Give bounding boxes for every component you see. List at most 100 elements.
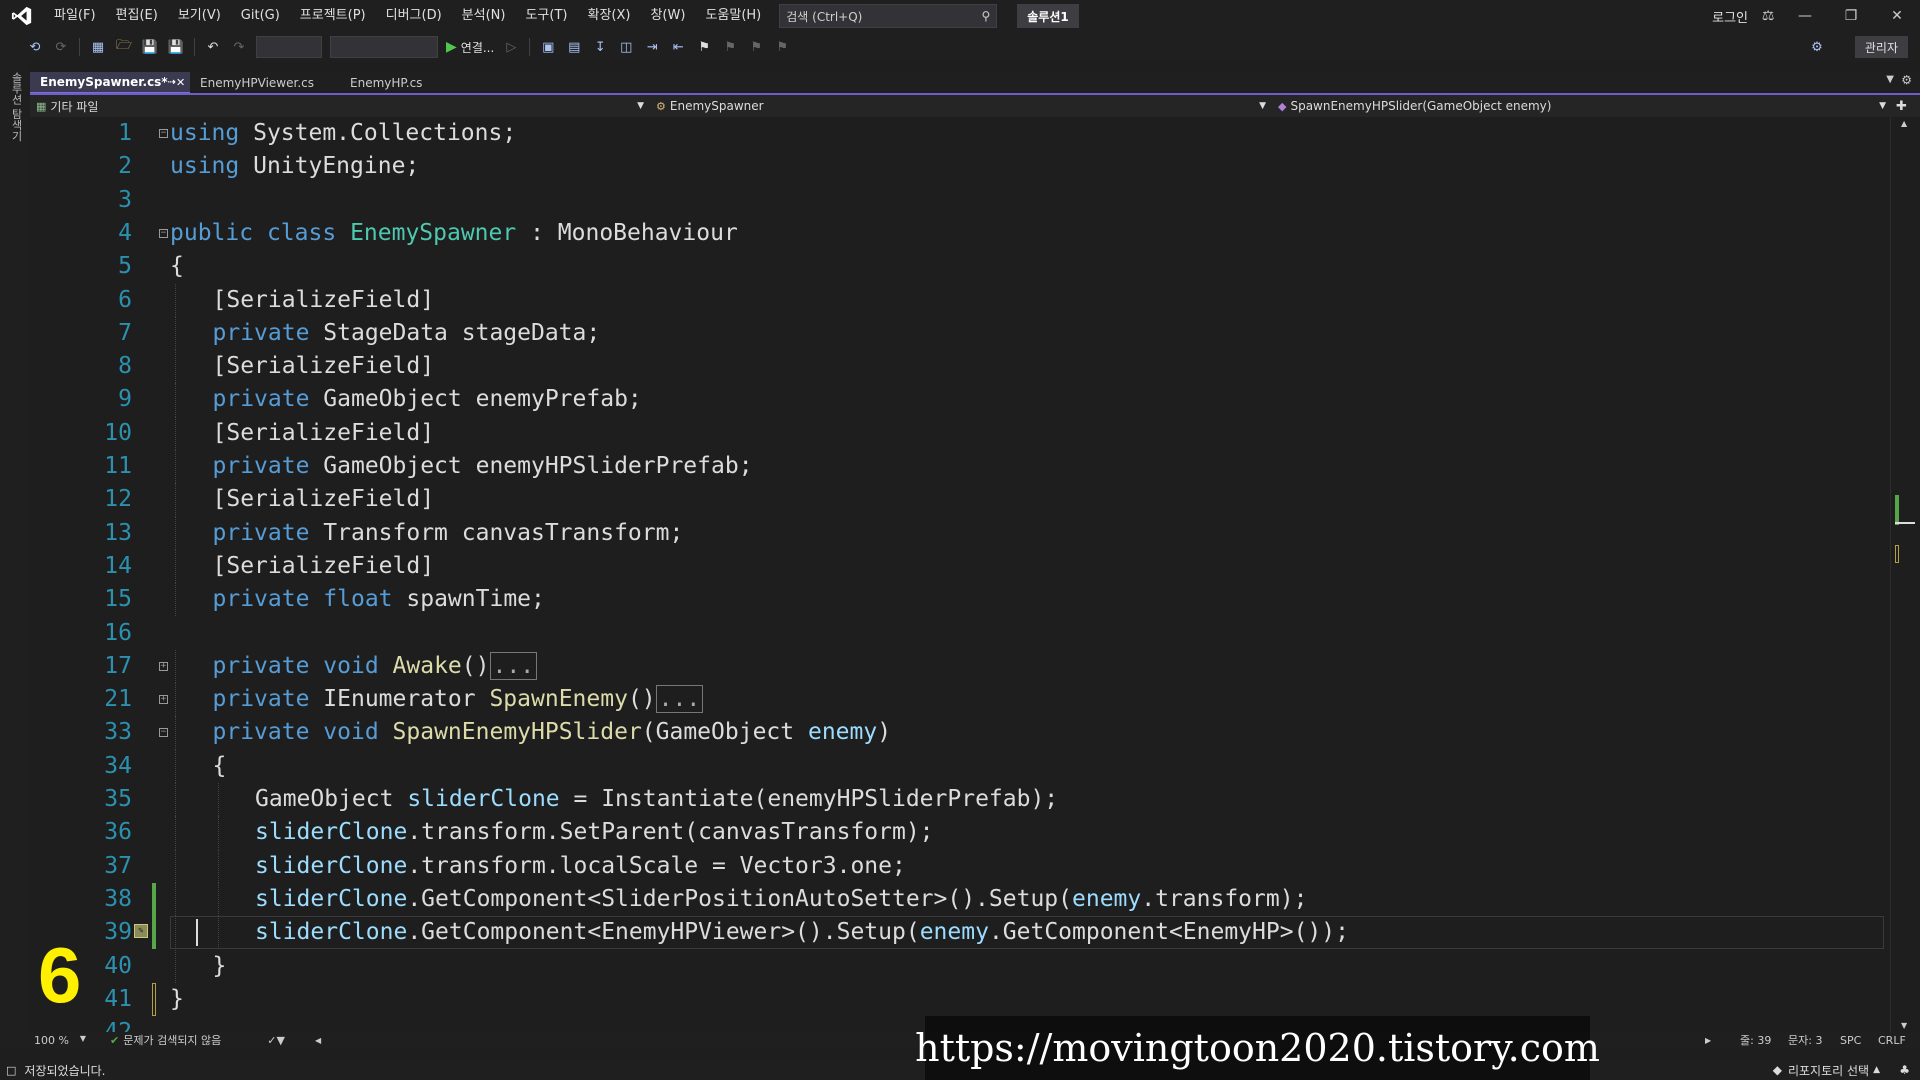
- vertical-scrollbar[interactable]: ▲ ▼: [1890, 117, 1920, 1032]
- code-line[interactable]: 13 private Transform canvasTransform;: [30, 516, 1890, 550]
- scroll-right-icon[interactable]: ▶: [1705, 1036, 1711, 1045]
- code-line[interactable]: 2 using UnityEngine;: [30, 150, 1890, 183]
- code-line[interactable]: 12 [SerializeField]: [30, 483, 1890, 517]
- brush-icon[interactable]: ✓▼: [267, 1034, 285, 1047]
- issues-indicator[interactable]: ✔ 문제가 검색되지 않음: [110, 1032, 221, 1048]
- tab-enemyhpviewer[interactable]: EnemyHPViewer.cs: [190, 72, 340, 94]
- project-dropdown[interactable]: ▦ 기타 파일 ▼: [30, 95, 650, 117]
- minimize-icon[interactable]: —: [1782, 0, 1828, 32]
- solution-name-badge[interactable]: 솔루션1: [1017, 4, 1079, 28]
- code-line[interactable]: 14 [SerializeField]: [30, 549, 1890, 584]
- login-button[interactable]: 로그인: [1712, 7, 1748, 26]
- tab-list-dropdown-icon[interactable]: ▼: [1886, 74, 1894, 85]
- scroll-up-icon[interactable]: ▲: [1901, 119, 1907, 128]
- collapsed-region-button[interactable]: ...: [655, 685, 704, 714]
- code-line[interactable]: 38 sliderClone.GetComponent<SliderPositio…: [30, 882, 1890, 917]
- whitespace-indicator[interactable]: SPC: [1840, 1034, 1861, 1047]
- account-icon[interactable]: ⚖: [1754, 0, 1782, 32]
- member-dropdown[interactable]: ◆ SpawnEnemyHPSlider(GameObject enemy) ▼: [1272, 95, 1892, 117]
- code-line[interactable]: 7 private StageData stageData;: [30, 316, 1890, 351]
- back-icon[interactable]: ⟲: [24, 36, 46, 58]
- forward-icon[interactable]: ⟳: [50, 36, 72, 58]
- menu-item[interactable]: 프로젝트(P): [290, 0, 376, 32]
- next-bookmark-icon[interactable]: ⚑: [745, 36, 767, 58]
- menu-item[interactable]: 보기(V): [168, 0, 231, 32]
- code-line[interactable]: 1 − using System.Collections;: [30, 117, 1890, 150]
- prev-bookmark-icon[interactable]: ⚑: [719, 36, 741, 58]
- menu-item[interactable]: 디버그(D): [376, 0, 452, 32]
- type-dropdown[interactable]: ⚙ EnemySpawner ▼: [650, 95, 1272, 117]
- collapse-outline-icon[interactable]: −: [159, 228, 168, 238]
- line-ending-indicator[interactable]: CRLF: [1878, 1034, 1906, 1047]
- solution-explorer-tab[interactable]: 솔루션 탐색기: [8, 72, 24, 142]
- code-line[interactable]: 36 sliderClone.transform.SetParent(canvas…: [30, 816, 1890, 850]
- start-without-debug-icon[interactable]: ▷: [500, 36, 522, 58]
- output-icon[interactable]: □: [6, 1064, 16, 1077]
- close-icon[interactable]: ✕: [176, 76, 185, 89]
- column-icon[interactable]: ◫: [615, 36, 637, 58]
- code-line[interactable]: 39 sliderClone.GetComponent<EnemyHPViewer…: [30, 916, 1890, 950]
- zoom-dropdown[interactable]: 100 % ▼: [30, 1034, 90, 1047]
- collapse-outline-icon[interactable]: −: [159, 728, 168, 738]
- code-line[interactable]: 11 private GameObject enemyHPSliderPrefab…: [30, 450, 1890, 484]
- browser-icon[interactable]: ▣: [537, 36, 559, 58]
- save-all-icon[interactable]: 💾: [165, 36, 187, 58]
- tab-enemyspawner[interactable]: EnemySpawner.cs* ⇢ ✕: [30, 72, 190, 94]
- collapsed-region-button[interactable]: ...: [489, 651, 538, 680]
- menu-item[interactable]: 창(W): [640, 0, 695, 32]
- menu-item[interactable]: 편집(E): [106, 0, 168, 32]
- column-indicator[interactable]: 문자: 3: [1788, 1032, 1822, 1048]
- line-indicator[interactable]: 줄: 39: [1740, 1032, 1771, 1048]
- code-line[interactable]: 35 GameObject sliderClone = Instantiate(e…: [30, 783, 1890, 817]
- code-line[interactable]: 8 [SerializeField]: [30, 350, 1890, 384]
- undo-icon[interactable]: ↶: [202, 36, 224, 58]
- menu-item[interactable]: Git(G): [231, 0, 290, 32]
- outdent-icon[interactable]: ⇤: [667, 36, 689, 58]
- code-line[interactable]: 21 + private IEnumerator SpawnEnemy()...: [30, 683, 1890, 717]
- code-line[interactable]: 37 sliderClone.transform.localScale = Vec…: [30, 849, 1890, 883]
- settings-gear-icon[interactable]: ⚙: [1901, 73, 1912, 87]
- code-line[interactable]: 40}: [30, 949, 1890, 983]
- code-line[interactable]: 4 − public class EnemySpawner : MonoBehavi…: [30, 217, 1890, 250]
- menu-item[interactable]: 확장(X): [577, 0, 640, 32]
- attach-button[interactable]: ▶ 연결...: [446, 39, 494, 56]
- code-line[interactable]: 17 + private void Awake()...: [30, 649, 1890, 684]
- expand-outline-icon[interactable]: +: [159, 695, 168, 705]
- notification-bell-icon[interactable]: ♣: [1899, 1063, 1910, 1077]
- search-input[interactable]: 검색 (Ctrl+Q) ⚲: [779, 4, 998, 28]
- menu-item[interactable]: 도구(T): [515, 0, 577, 32]
- visual-studio-logo-icon[interactable]: [0, 0, 44, 32]
- menu-item[interactable]: 파일(F): [44, 0, 106, 32]
- live-share-icon[interactable]: ⚙: [1806, 36, 1828, 58]
- code-editor[interactable]: 1− using System.Collections; 2 using UnityE…: [30, 117, 1890, 1032]
- code-line[interactable]: 3: [30, 184, 1890, 217]
- code-line[interactable]: 16: [30, 617, 1890, 650]
- menu-item[interactable]: 분석(N): [452, 0, 516, 32]
- new-project-icon[interactable]: ▦: [87, 36, 109, 58]
- code-line[interactable]: 33 − private void SpawnEnemyHPSlider(GameO…: [30, 716, 1890, 750]
- restore-icon[interactable]: ❐: [1828, 0, 1874, 32]
- quick-actions-lightbulb-icon[interactable]: ✎: [134, 924, 148, 939]
- open-folder-icon[interactable]: 🗁: [113, 36, 135, 58]
- admin-badge[interactable]: 관리자: [1854, 36, 1908, 58]
- code-line[interactable]: 15 private float spawnTime;: [30, 583, 1890, 617]
- code-line[interactable]: 10 [SerializeField]: [30, 416, 1890, 450]
- scroll-left-icon[interactable]: ◀: [315, 1036, 321, 1045]
- platform-dropdown[interactable]: [330, 36, 438, 58]
- expand-outline-icon[interactable]: +: [159, 661, 168, 671]
- code-line[interactable]: 5{: [30, 250, 1890, 283]
- bookmark-icon[interactable]: ⚑: [693, 36, 715, 58]
- close-icon[interactable]: ✕: [1874, 0, 1920, 32]
- split-editor-icon[interactable]: ✚: [1896, 99, 1907, 114]
- redo-icon[interactable]: ↷: [228, 36, 250, 58]
- collapse-outline-icon[interactable]: −: [159, 129, 168, 138]
- code-line[interactable]: 41}: [30, 982, 1890, 1017]
- repository-selector[interactable]: ◆ 리포지토리 선택 ▲: [1773, 1062, 1880, 1079]
- menu-item[interactable]: 도움말(H): [695, 0, 771, 32]
- pin-icon[interactable]: ⇢: [168, 77, 176, 88]
- code-line[interactable]: 34 {: [30, 749, 1890, 783]
- indent-icon[interactable]: ⇥: [641, 36, 663, 58]
- code-line[interactable]: 6 [SerializeField]: [30, 283, 1890, 317]
- layout-icon[interactable]: ▤: [563, 36, 585, 58]
- save-icon[interactable]: 💾: [139, 36, 161, 58]
